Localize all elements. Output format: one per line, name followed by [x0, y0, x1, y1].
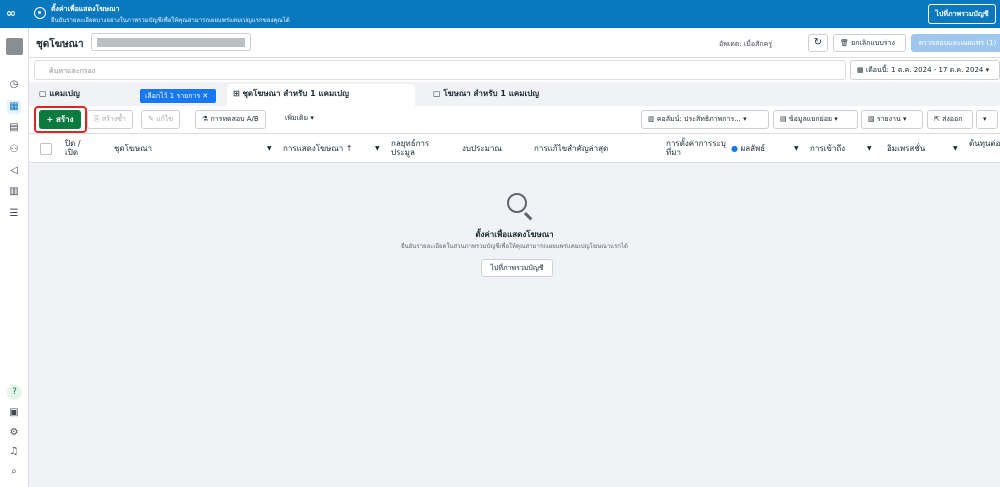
- edit-button[interactable]: ✎ แก้ไข: [141, 110, 181, 129]
- selected-chip[interactable]: เลือกไว้ 1 รายการ ✕: [140, 89, 216, 103]
- adset-name-field[interactable]: [91, 33, 251, 51]
- duplicate-label: สร้างซ้ำ: [101, 115, 126, 123]
- help-icon[interactable]: ?: [7, 385, 22, 400]
- info-icon: ●: [731, 144, 738, 153]
- banner-title: ตั้งค่าเพื่อแสดงโฆษณา: [51, 5, 120, 13]
- updated-status: อัพเดต: เมื่อสักครู่: [719, 40, 773, 48]
- home-icon[interactable]: ◷: [7, 78, 21, 92]
- meta-icon[interactable]: ∞: [6, 6, 16, 20]
- report-icon[interactable]: ▥: [7, 185, 21, 199]
- col-attribution[interactable]: การตั้งค่าการระบุที่มา: [666, 139, 726, 157]
- chevron-down-icon[interactable]: ▼: [867, 145, 872, 152]
- col-adset[interactable]: ชุดโฆษณา: [114, 144, 152, 153]
- col-last-edit[interactable]: การแก้ไขสำคัญล่าสุด: [534, 144, 608, 153]
- columns-label: คอลัมน์: ประสิทธิภาพการ...: [656, 115, 741, 123]
- discard-draft-button[interactable]: 🗑 ยกเลิกแบบร่าง: [833, 34, 906, 52]
- table-icon[interactable]: ▦: [7, 100, 21, 114]
- review-publish-button[interactable]: ตรวจสอบและเผยแพร่ (1): [911, 34, 1000, 52]
- duplicate-button[interactable]: ⎘ สร้างซ้ำ: [87, 110, 133, 129]
- table-header: ปิด / เปิด ชุดโฆษณา ▼ การแสดงโฆษณา ↑ ▼ ก…: [29, 135, 1000, 163]
- search-placeholder: ค้นหาและกรอง: [49, 67, 96, 75]
- more-label: เพิ่มเติม: [285, 114, 309, 122]
- select-all-checkbox[interactable]: [40, 143, 52, 155]
- reports-label: รายงาน: [876, 115, 901, 123]
- banner-subtitle: ยืนยันรายละเอียดบางอย่างในภาพรวมบัญชีเพื…: [51, 17, 290, 24]
- breakdown-label: ข้อมูลแยกย่อย: [788, 115, 832, 123]
- tab-adsets[interactable]: ⊞ ชุดโฆษณา สำหรับ 1 แคมเปญ: [227, 84, 415, 106]
- col-budget[interactable]: งบประมาณ: [462, 144, 502, 153]
- empty-state: ตั้งค่าเพื่อแสดงโฆษณา ยืนยันรายละเอียดใน…: [29, 163, 1000, 487]
- left-nav: ◷ ▦ ▤ ⚇ ◁ ▥ ☰ ? ▣ ⚙ ♫ ⌕: [0, 28, 29, 487]
- go-account-overview-button[interactable]: ไปที่ภาพรวมบัญชี: [928, 4, 996, 24]
- ab-test-button[interactable]: ⚗ การทดสอบ A/B: [195, 110, 266, 129]
- tab-ads[interactable]: ▢ โฆษณา สำหรับ 1 แคมเปญ: [427, 84, 611, 106]
- avatar[interactable]: [6, 38, 23, 55]
- ab-test-label: การทดสอบ A/B: [210, 115, 259, 123]
- inbox-icon[interactable]: ▣: [7, 406, 21, 420]
- col-reach[interactable]: การเข้าถึง: [810, 144, 845, 153]
- chevron-down-icon[interactable]: ▼: [794, 145, 799, 152]
- chevron-down-icon[interactable]: ▼: [375, 145, 380, 152]
- edit-label: แก้ไข: [156, 115, 174, 123]
- megaphone-icon[interactable]: ◁: [7, 164, 21, 178]
- empty-subtitle: ยืนยันรายละเอียดในส่วนภาพรวมบัญชีเพื่อให…: [401, 243, 628, 250]
- bell-icon[interactable]: ♫: [7, 445, 21, 459]
- columns-dropdown[interactable]: ▥ คอลัมน์: ประสิทธิภาพการ... ▾: [641, 110, 769, 129]
- tab-campaigns-label: แคมเปญ: [49, 89, 80, 98]
- col-bid-strategy[interactable]: กลยุทธ์การประมูล: [391, 139, 451, 157]
- tab-adsets-label: ชุดโฆษณา สำหรับ 1 แคมเปญ: [242, 89, 349, 98]
- breakdown-dropdown[interactable]: ▤ ข้อมูลแยกย่อย ▾: [773, 110, 858, 129]
- col-onoff[interactable]: ปิด / เปิด: [65, 139, 95, 157]
- col-impressions[interactable]: อิมเพรสชั่น: [887, 144, 925, 153]
- discard-label: ยกเลิกแบบร่าง: [851, 39, 895, 47]
- header: ชุดโฆษณา อัพเดต: เมื่อสักครู่ ↻ 🗑 ยกเลิก…: [29, 28, 1000, 58]
- chevron-down-icon[interactable]: ▼: [953, 145, 958, 152]
- setup-banner: ตั้งค่าเพื่อแสดงโฆษณา ยืนยันรายละเอียดบา…: [0, 0, 1000, 28]
- date-range-label: เดือนนี้: 1 ต.ค. 2024 - 17 ต.ค. 2024: [865, 66, 984, 74]
- redacted-name: [97, 38, 245, 47]
- search-icon[interactable]: ⌕: [7, 465, 21, 479]
- empty-title: ตั้งค่าเพื่อแสดงโฆษณา: [475, 230, 554, 239]
- audience-icon[interactable]: ⚇: [7, 143, 21, 157]
- gear-icon[interactable]: ⚙: [7, 426, 21, 440]
- export-menu-button[interactable]: ▾: [976, 110, 998, 129]
- selected-chip-label: เลือกไว้ 1 รายการ: [145, 92, 201, 100]
- page-title: ชุดโฆษณา: [36, 39, 84, 50]
- eye-icon: [34, 7, 46, 19]
- reports-dropdown[interactable]: ▧ รายงาน ▾: [861, 110, 923, 129]
- col-results[interactable]: ● ผลลัพธ์: [731, 144, 765, 153]
- search-input[interactable]: ค้นหาและกรอง: [34, 60, 846, 80]
- empty-go-overview-button[interactable]: ไปที่ภาพรวมบัญชี: [481, 259, 553, 277]
- export-label: ส่งออก: [942, 115, 963, 123]
- date-range-picker[interactable]: ▦ เดือนนี้: 1 ต.ค. 2024 - 17 ต.ค. 2024 ▾: [850, 60, 1000, 80]
- export-button[interactable]: ⇱ ส่งออก: [927, 110, 973, 129]
- col-results-label: ผลลัพธ์: [740, 144, 766, 153]
- chevron-down-icon[interactable]: ▼: [267, 145, 272, 152]
- search-icon: [507, 193, 527, 213]
- menu-icon[interactable]: ☰: [7, 207, 21, 221]
- col-cost-per-result[interactable]: ต้นทุนต่อผลลัพธ์: [969, 139, 1000, 148]
- toolbar: + สร้าง ⎘ สร้างซ้ำ ✎ แก้ไข ⚗ การทดสอบ A/…: [29, 106, 1000, 134]
- col-delivery[interactable]: การแสดงโฆษณา ↑: [283, 144, 352, 153]
- book-icon[interactable]: ▤: [7, 121, 21, 135]
- tab-ads-label: โฆษณา สำหรับ 1 แคมเปญ: [443, 89, 540, 98]
- more-dropdown[interactable]: เพิ่มเติม ▾: [279, 110, 320, 129]
- refresh-button[interactable]: ↻: [808, 34, 828, 52]
- highlight-box: [34, 106, 87, 133]
